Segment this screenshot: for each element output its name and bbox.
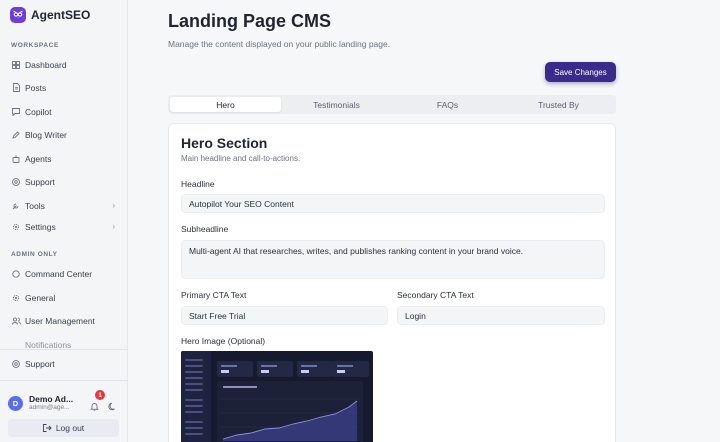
logout-label: Log out — [55, 423, 85, 433]
user-email: admin@age... — [29, 404, 70, 412]
sidebar-item-label: Copilot — [25, 106, 52, 117]
sidebar-item-user-management[interactable]: User Management — [11, 313, 119, 328]
notification-badge: 1 — [95, 390, 105, 400]
sidebar: AgentSEO WORKSPACE Dashboard Posts Copil… — [0, 0, 128, 442]
preview-stat-card — [257, 361, 293, 377]
hero-image-preview[interactable] — [181, 351, 373, 442]
sidebar-item-label: Command Center — [25, 268, 93, 279]
primary-cta-input[interactable]: Start Free Trial — [181, 306, 388, 325]
gear-icon — [11, 222, 21, 232]
help-icon — [11, 359, 21, 369]
card-subtitle: Main headline and call-to-actions. — [181, 154, 301, 163]
tab-bar: Hero Testimonials FAQs Trusted By — [168, 95, 616, 114]
sidebar-item-general[interactable]: General — [11, 290, 119, 305]
sidebar-item-label: User Management — [25, 315, 95, 326]
card-title: Hero Section — [181, 135, 268, 151]
secondary-cta-input[interactable]: Login — [397, 306, 605, 325]
headline-input[interactable]: Autopilot Your SEO Content — [181, 194, 605, 213]
subheadline-label: Subheadline — [181, 224, 229, 234]
users-icon — [11, 316, 21, 326]
sidebar-item-copilot[interactable]: Copilot — [11, 104, 119, 119]
sidebar-item-support[interactable]: Support — [11, 174, 119, 189]
sidebar-item-support-footer[interactable]: Support — [11, 356, 119, 371]
sidebar-item-label: Support — [25, 358, 55, 369]
sidebar-item-blog-writer[interactable]: Blog Writer — [11, 127, 119, 142]
moon-icon[interactable] — [108, 398, 118, 411]
sidebar-divider — [0, 349, 128, 350]
gear-icon — [11, 293, 21, 303]
preview-sidebar — [181, 351, 211, 442]
tab-trusted-by[interactable]: Trusted By — [503, 97, 614, 112]
user-info: Demo Ad... admin@age... — [29, 393, 74, 412]
tab-hero[interactable]: Hero — [170, 97, 281, 112]
user-name: Demo Ad... — [29, 393, 74, 404]
page-title: Landing Page CMS — [168, 11, 332, 31]
sidebar-item-label: Agents — [25, 153, 52, 164]
target-icon — [11, 269, 21, 279]
admin-section-label: ADMIN ONLY — [11, 251, 58, 258]
chevron-right-icon: › — [112, 222, 115, 231]
headline-label: Headline — [181, 179, 215, 189]
chat-icon — [11, 107, 21, 117]
sidebar-item-settings[interactable]: Settings › — [11, 219, 119, 234]
avatar: D — [8, 395, 23, 411]
pen-icon — [11, 130, 21, 140]
secondary-cta-label: Secondary CTA Text — [397, 290, 474, 300]
hero-section-card: Hero Section Main headline and call-to-a… — [168, 123, 616, 442]
sidebar-item-label: Posts — [25, 82, 47, 93]
preview-stat-card — [217, 361, 253, 377]
bell-icon — [11, 340, 21, 348]
sidebar-item-tools[interactable]: Tools › — [11, 198, 119, 213]
save-changes-button[interactable]: Save Changes — [545, 62, 616, 82]
sidebar-item-label: Support — [25, 176, 55, 187]
logout-button[interactable]: Log out — [8, 419, 119, 437]
help-icon — [11, 177, 21, 187]
sidebar-item-label: Notifications — [25, 340, 72, 348]
tab-faqs[interactable]: FAQs — [392, 97, 503, 112]
sidebar-item-posts[interactable]: Posts — [11, 80, 119, 95]
workspace-section-label: WORKSPACE — [11, 42, 59, 49]
primary-cta-label: Primary CTA Text — [181, 290, 247, 300]
sidebar-item-label: Tools — [25, 200, 45, 211]
sidebar-item-label: General — [25, 292, 56, 303]
sidebar-item-label: Dashboard — [25, 59, 67, 70]
sidebar-item-label: Settings — [25, 221, 56, 232]
page-subtitle: Manage the content displayed on your pub… — [168, 39, 391, 49]
owl-logo-icon — [10, 7, 26, 23]
logout-icon — [42, 424, 52, 432]
dashboard-icon — [11, 60, 21, 70]
sidebar-item-agents[interactable]: Agents — [11, 151, 119, 166]
sidebar-item-command-center[interactable]: Command Center — [11, 266, 119, 281]
user-profile[interactable]: D Demo Ad... admin@age... 1 — [8, 390, 120, 416]
chevron-right-icon: › — [112, 201, 115, 210]
bot-icon — [11, 154, 21, 164]
sidebar-item-label: Blog Writer — [25, 129, 67, 140]
hero-image-label: Hero Image (Optional) — [181, 336, 266, 346]
tab-testimonials[interactable]: Testimonials — [281, 97, 392, 112]
sidebar-item-dashboard[interactable]: Dashboard — [11, 57, 119, 72]
sidebar-item-notifications[interactable]: Notifications — [11, 340, 119, 348]
document-icon — [11, 83, 21, 93]
subheadline-textarea[interactable]: Multi-agent AI that researches, writes, … — [181, 240, 605, 279]
brand-name: AgentSEO — [31, 8, 91, 22]
sidebar-divider — [0, 380, 128, 381]
preview-chart — [217, 381, 363, 442]
wrench-icon — [11, 201, 21, 211]
preview-stat-card — [333, 361, 369, 377]
brand[interactable]: AgentSEO — [10, 6, 90, 24]
preview-stat-card — [297, 361, 333, 377]
